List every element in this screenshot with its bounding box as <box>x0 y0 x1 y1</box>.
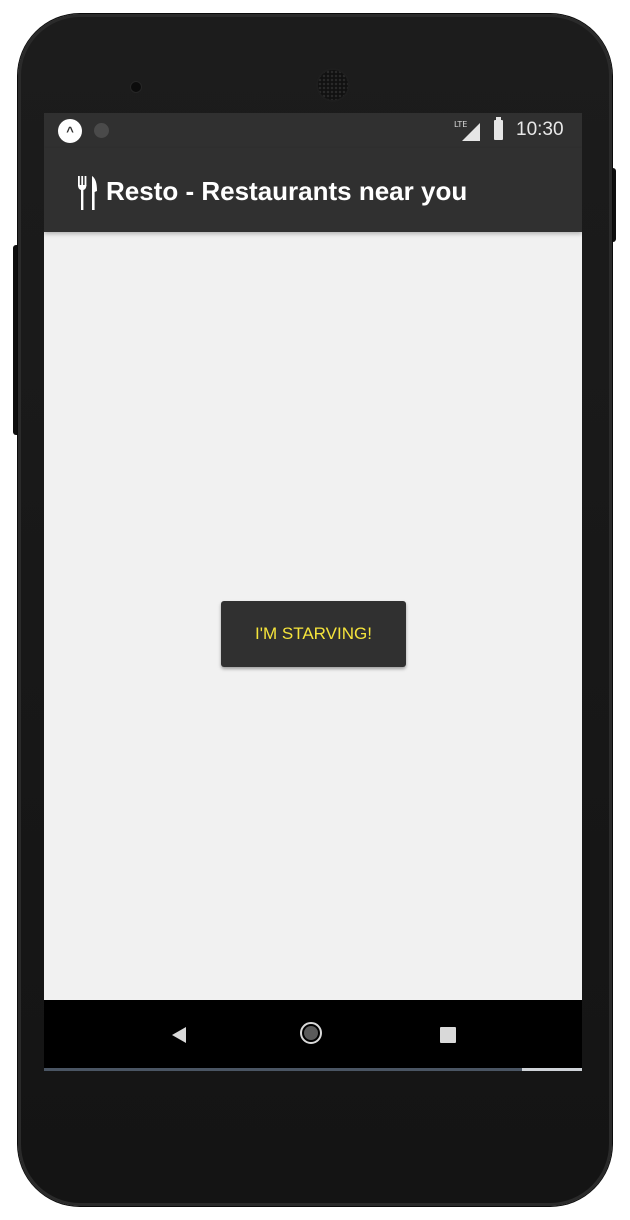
app-bar: Resto - Restaurants near you <box>44 148 582 232</box>
loading-progress-fill <box>522 1068 582 1071</box>
fork-knife-icon <box>78 176 97 210</box>
navigation-bar <box>44 1000 582 1068</box>
status-bar: ^ LTE 10:30 <box>44 113 582 148</box>
device-screen: ^ LTE 10:30 Resto - Restaurants near you… <box>44 113 582 1071</box>
signal-strength-icon <box>462 123 480 141</box>
status-time: 10:30 <box>516 119 564 140</box>
app-title: Resto - Restaurants near you <box>106 176 468 206</box>
home-icon[interactable] <box>300 1022 322 1044</box>
notification-dot-icon <box>94 123 109 138</box>
im-starving-button[interactable]: I'M STARVING! <box>221 601 406 667</box>
loading-progress-bar <box>44 1068 582 1071</box>
signal-lte-icon: LTE <box>454 120 480 141</box>
front-camera <box>131 82 141 92</box>
battery-icon <box>494 117 503 140</box>
earpiece-speaker <box>318 70 348 100</box>
app-logo-icon: ^ <box>58 119 82 143</box>
recents-icon[interactable] <box>440 1027 456 1043</box>
back-icon[interactable] <box>172 1027 186 1043</box>
